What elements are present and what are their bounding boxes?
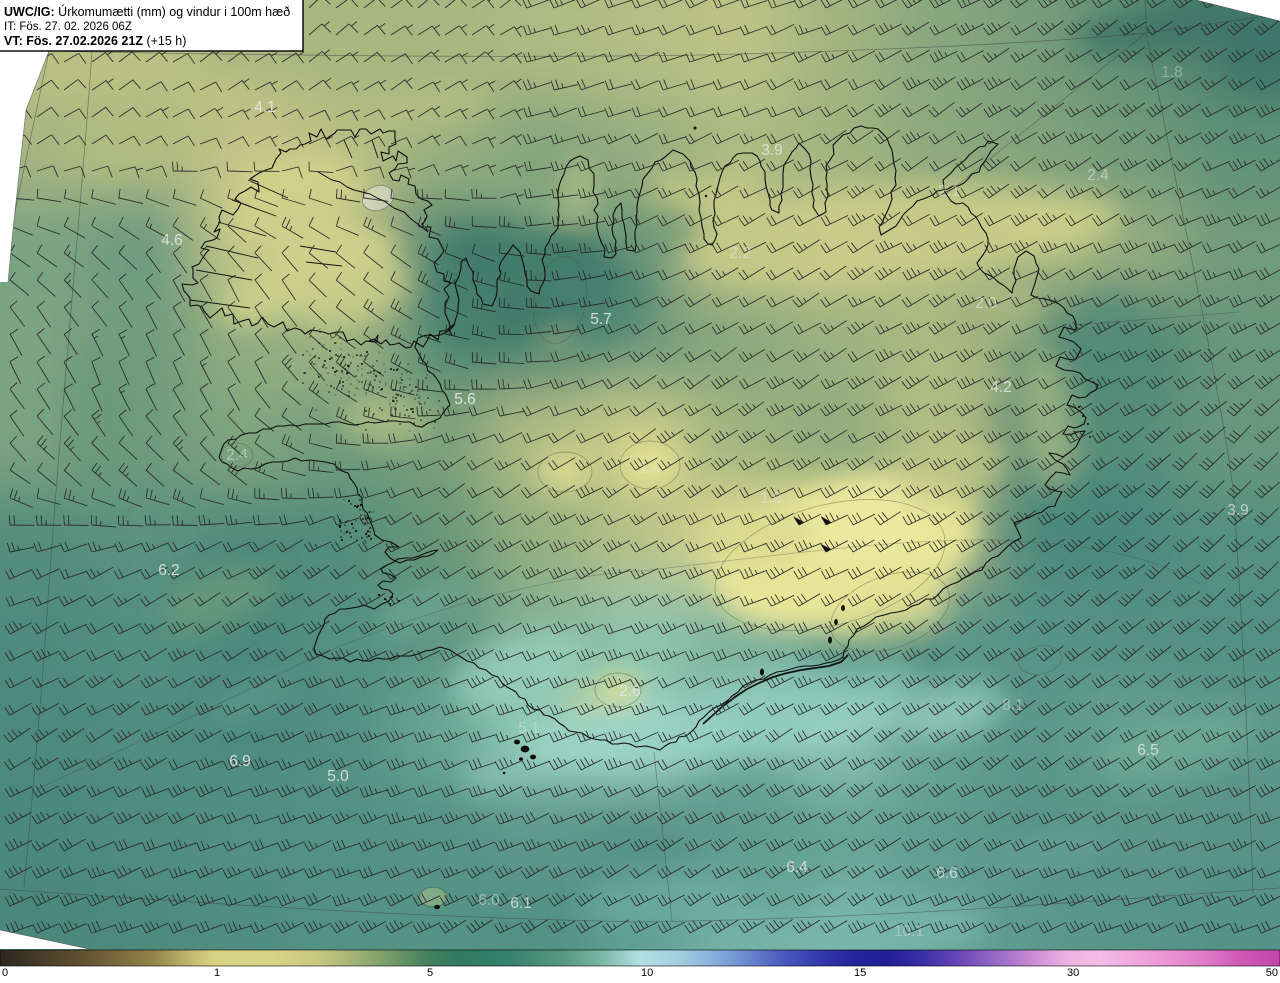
svg-text:5.1: 5.1 <box>518 720 540 737</box>
svg-text:6.2: 6.2 <box>158 562 180 579</box>
svg-text:1: 1 <box>214 967 220 978</box>
svg-text:6.5: 6.5 <box>1137 742 1159 759</box>
svg-text:15: 15 <box>854 967 866 978</box>
svg-text:2.2: 2.2 <box>729 245 751 262</box>
svg-text:6.4: 6.4 <box>786 859 808 876</box>
svg-text:IT: Fös. 27. 02. 2026 06Z: IT: Fös. 27. 02. 2026 06Z <box>4 21 132 33</box>
svg-text:5: 5 <box>427 967 433 978</box>
svg-text:3.9: 3.9 <box>1227 502 1249 519</box>
svg-text:4.1: 4.1 <box>254 99 276 116</box>
svg-text:6.9: 6.9 <box>229 753 251 770</box>
svg-text:1.0: 1.0 <box>760 490 782 507</box>
svg-text:30: 30 <box>1067 967 1079 978</box>
svg-text:5.6: 5.6 <box>454 391 476 408</box>
svg-text:0: 0 <box>2 967 8 978</box>
svg-text:8.1: 8.1 <box>1002 697 1024 714</box>
svg-text:1.4: 1.4 <box>639 460 661 477</box>
svg-text:VT: Fös. 27.02.2026 21Z (+15 h: VT: Fös. 27.02.2026 21Z (+15 h) <box>4 34 186 48</box>
svg-text:1.8: 1.8 <box>1161 64 1183 81</box>
svg-text:6.1: 6.1 <box>510 895 532 912</box>
svg-text:2.1: 2.1 <box>938 183 960 200</box>
svg-text:2.0: 2.0 <box>975 295 997 312</box>
svg-text:2.4: 2.4 <box>1087 167 1109 184</box>
svg-text:2.4: 2.4 <box>226 447 248 464</box>
svg-text:5.0: 5.0 <box>327 768 349 785</box>
svg-text:4.6: 4.6 <box>161 232 183 249</box>
svg-text:UWC/IG: Úrkomumætti (mm) og vi: UWC/IG: Úrkomumætti (mm) og vindur i 100… <box>4 4 290 19</box>
svg-text:6.0: 6.0 <box>478 892 500 909</box>
svg-text:10.1: 10.1 <box>894 923 924 940</box>
svg-text:3.9: 3.9 <box>761 142 783 159</box>
svg-text:5.7: 5.7 <box>590 311 612 328</box>
svg-text:10: 10 <box>641 967 653 978</box>
svg-text:4.2: 4.2 <box>990 379 1012 396</box>
svg-text:2.6: 2.6 <box>619 683 641 700</box>
svg-text:50: 50 <box>1266 967 1278 978</box>
svg-text:6.6: 6.6 <box>936 865 958 882</box>
